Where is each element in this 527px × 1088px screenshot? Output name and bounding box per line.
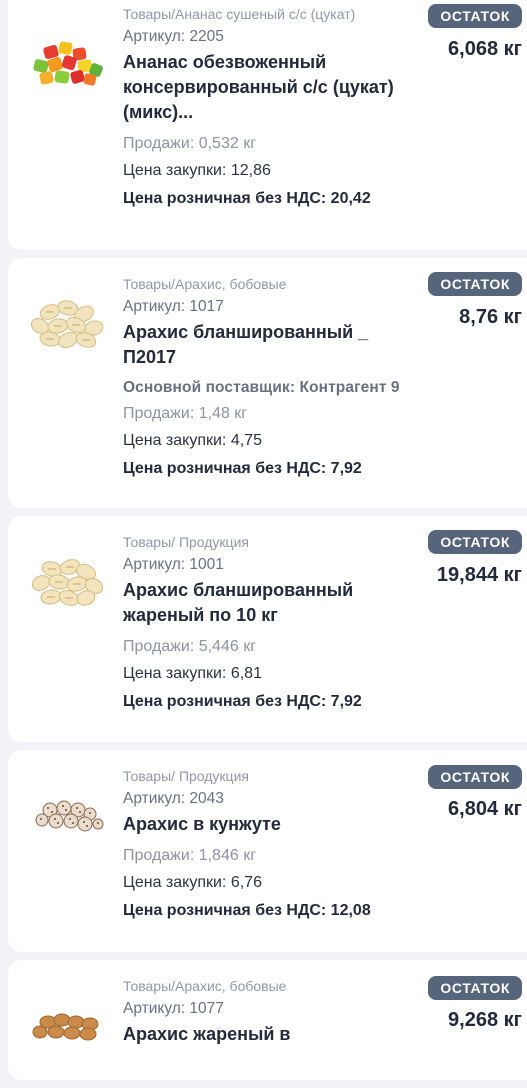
product-category: Товары/ Продукция (123, 534, 249, 550)
candied-fruit-icon (33, 41, 103, 86)
product-title[interactable]: Ананас обезвоженный консервированный с/с… (123, 50, 423, 125)
stock-value: 9,268 кг (448, 1009, 522, 1031)
product-sales: Продажи: 0,532 кг (123, 135, 257, 152)
product-purchase-price: Цена закупки: 6,76 (123, 874, 262, 891)
product-title[interactable]: Арахис бланшированный _ П2017 (123, 320, 423, 370)
product-article: Артикул: 2205 (123, 28, 224, 45)
product-sales: Продажи: 1,48 кг (123, 405, 248, 422)
product-category: Товары/Арахис, бобовые (123, 978, 287, 994)
roasted-peanuts-icon (32, 1013, 99, 1041)
product-card[interactable]: Товары/Арахис, бобовые Артикул: 1077 Ара… (8, 960, 527, 1080)
product-title[interactable]: Арахис жареный в (123, 1022, 423, 1047)
product-article: Артикул: 2043 (123, 790, 224, 807)
stock-value: 6,068 кг (448, 38, 522, 60)
product-card[interactable]: Товары/Ананас сушеный с/с (цукат) Артику… (8, 0, 527, 250)
product-retail-price: Цена розничная без НДС: 20,42 (123, 190, 371, 207)
product-article: Артикул: 1017 (123, 298, 224, 315)
product-title[interactable]: Арахис бланшированный жареный по 10 кг (123, 578, 423, 628)
product-sales: Продажи: 5,446 кг (123, 638, 257, 655)
stock-value: 19,844 кг (436, 564, 522, 586)
product-info: Товары/ Продукция Артикул: 1001 Арахис б… (123, 532, 423, 714)
stock-badge: Остаток (428, 272, 522, 296)
product-retail-price: Цена розничная без НДС: 7,92 (123, 693, 362, 710)
product-supplier: Основной поставщик: Контрагент 9 (123, 379, 400, 396)
product-sales: Продажи: 1,846 кг (123, 847, 257, 864)
product-info: Товары/Ананас сушеный с/с (цукат) Артику… (123, 4, 423, 211)
peanuts-icon (31, 559, 104, 606)
stock-badge: Остаток (428, 765, 522, 789)
stock-badge: Остаток (428, 4, 522, 28)
peanuts-icon (30, 300, 104, 349)
sesame-peanuts-icon (35, 800, 104, 832)
product-category: Товары/ Продукция (123, 768, 249, 784)
stock-value: 6,804 кг (448, 798, 522, 820)
product-category: Товары/Ананас сушеный с/с (цукат) (123, 6, 356, 22)
product-retail-price: Цена розничная без НДС: 7,92 (123, 460, 362, 477)
product-info: Товары/Арахис, бобовые Артикул: 1017 Ара… (123, 274, 423, 481)
product-card[interactable]: Товары/Арахис, бобовые Артикул: 1017 Ара… (8, 258, 527, 508)
stock-badge: Остаток (428, 530, 522, 554)
stock-badge: Остаток (428, 976, 522, 1000)
product-title[interactable]: Арахис в кунжуте (123, 812, 423, 837)
product-card[interactable]: Товары/ Продукция Артикул: 1001 Арахис б… (8, 516, 527, 742)
product-info: Товары/Арахис, бобовые Артикул: 1077 Ара… (123, 976, 423, 1047)
product-article: Артикул: 1077 (123, 1000, 224, 1017)
product-purchase-price: Цена закупки: 4,75 (123, 432, 262, 449)
product-info: Товары/ Продукция Артикул: 2043 Арахис в… (123, 766, 423, 923)
product-category: Товары/Арахис, бобовые (123, 276, 287, 292)
product-list: Товары/Ананас сушеный с/с (цукат) Артику… (0, 0, 527, 1088)
product-card[interactable]: Товары/ Продукция Артикул: 2043 Арахис в… (8, 750, 527, 952)
stock-value: 8,76 кг (459, 306, 522, 328)
product-retail-price: Цена розничная без НДС: 12,08 (123, 902, 371, 919)
product-purchase-price: Цена закупки: 6,81 (123, 665, 262, 682)
product-purchase-price: Цена закупки: 12,86 (123, 162, 271, 179)
product-article: Артикул: 1001 (123, 556, 224, 573)
